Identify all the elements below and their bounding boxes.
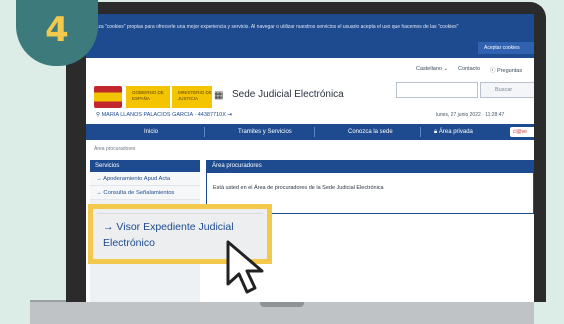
clave-badge[interactable]: cl@ve <box>510 127 534 137</box>
sidebar-item-apud-acta[interactable]: → Apoderamiento Apud Acta <box>90 172 200 186</box>
visor-label-line2: Electrónico <box>103 237 155 249</box>
question-icon: ⓘ <box>490 68 496 74</box>
sidebar-header: Servicios <box>90 160 200 172</box>
user-icon: ⚲ <box>96 112 101 118</box>
logout-icon[interactable]: ⇥ <box>227 112 232 118</box>
nav-inicio[interactable]: Inicio <box>144 124 158 140</box>
divider <box>97 213 263 214</box>
site-title[interactable]: Sede Judicial Electrónica <box>232 89 344 100</box>
sidebar-item-label: Apoderamiento Apud Acta <box>103 176 171 182</box>
nav-divider <box>204 127 205 137</box>
building-icon: ▦ <box>214 90 224 101</box>
search-input[interactable] <box>396 82 478 98</box>
sidebar-item-senalamientos[interactable]: → Consulta de Señalamientos <box>90 186 200 200</box>
gobierno-logo: GOBIERNO DE ESPAÑA <box>126 86 170 108</box>
breadcrumb[interactable]: Área procuradores <box>94 146 135 152</box>
lock-icon: 🔒︎ <box>434 129 438 135</box>
user-name: MARIA LLANOS PALACIOS GARCIA <box>101 112 193 118</box>
coat-of-arms-logo <box>94 86 122 108</box>
language-selector[interactable]: Castellano ⌄ <box>416 66 448 72</box>
sidebar-item-label: Consulta de Señalamientos <box>103 190 175 196</box>
panel-text: Está usted en el Área de procuradores de… <box>213 185 384 191</box>
chevron-down-icon: ⌄ <box>443 66 449 72</box>
step-number: 4 <box>45 10 69 50</box>
contact-link[interactable]: Contacto <box>458 66 480 72</box>
help-label: Preguntas <box>497 68 523 74</box>
date-time: lunes, 27 junio 2022 · 11:28:47 <box>436 112 505 118</box>
cookie-banner: Utiliza "cookies" propias para ofrecerle… <box>86 14 534 58</box>
ministerio-logo: MINISTERIO DE JUSTICIA <box>172 86 212 108</box>
laptop-notch <box>260 302 304 307</box>
cookie-text: Utiliza "cookies" propias para ofrecerle… <box>90 24 459 30</box>
language-label: Castellano <box>416 66 442 72</box>
nav-divider <box>314 127 315 137</box>
search-button[interactable]: Buscar <box>480 82 534 98</box>
panel-header: Área procuradores <box>206 160 534 172</box>
laptop-base <box>30 300 534 324</box>
nav-area-privada[interactable]: 🔒︎ Área privada <box>434 124 473 140</box>
nav-area-privada-label: Área privada <box>438 129 473 135</box>
nav-divider <box>420 127 421 137</box>
help-link[interactable]: ⓘ Preguntas <box>490 66 522 74</box>
main-nav: Inicio Tramites y Servicios Conozca la s… <box>86 124 534 140</box>
mouse-cursor-icon <box>226 240 264 294</box>
nav-tramites[interactable]: Tramites y Servicios <box>238 124 292 140</box>
accept-cookies-button[interactable]: Aceptar cookies <box>478 42 534 54</box>
visor-label-line1: → Visor Expediente Judicial <box>103 221 234 233</box>
user-id: 44387710X <box>197 112 226 118</box>
user-info: ⚲ MARIA LLANOS PALACIOS GARCIA · 4438771… <box>96 112 233 118</box>
nav-conozca[interactable]: Conozca la sede <box>348 124 393 140</box>
